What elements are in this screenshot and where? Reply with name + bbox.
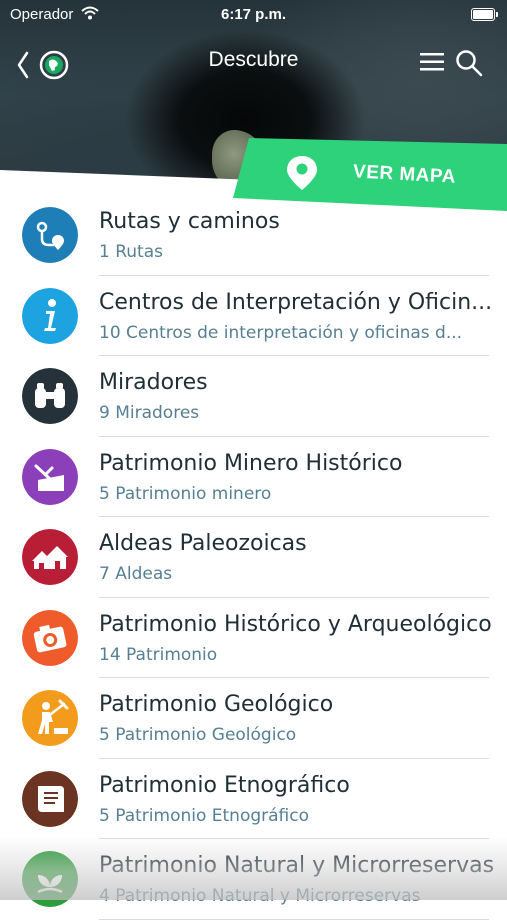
mine-cart-icon [22,448,78,505]
route-icon [22,207,78,263]
clock: 6:17 p.m. [220,6,287,23]
village-icon [22,529,78,585]
category-count: 7 Aldeas [99,564,173,584]
info-icon [22,287,78,344]
category-count: 5 Patrimonio Geológico [99,725,297,745]
camera-icon [22,609,78,666]
list-item[interactable]: Patrimonio Histórico y Arqueológico 14 P… [0,598,507,678]
category-count: 5 Patrimonio Etnográfico [99,805,310,826]
plant-icon [22,851,78,907]
category-title: Patrimonio Natural y Microrreservas [99,853,495,878]
binoculars-icon [22,368,78,424]
category-count: 5 Patrimonio minero [99,483,272,504]
category-list: Rutas y caminos 1 Rutas Centros de Inter… [0,195,507,920]
menu-icon[interactable] [420,52,444,72]
list-item[interactable]: Patrimonio Etnográfico 5 Patrimonio Etno… [0,759,507,839]
list-item[interactable]: Patrimonio Geológico 5 Patrimonio Geológ… [0,678,507,759]
list-item[interactable]: Miradores 9 Miradores [0,356,507,437]
list-item[interactable]: Aldeas Paleozoicas 7 Aldeas [0,517,507,598]
navigation-bar: Descubre [0,38,507,88]
category-title: Patrimonio Etnográfico [99,772,350,798]
category-title: Rutas y caminos [99,209,280,234]
scroll-icon [22,770,78,827]
category-title: Patrimonio Histórico y Arqueológico [99,611,492,637]
category-title: Patrimonio Geológico [99,692,334,717]
category-count: 10 Centros de interpretación y oficinas … [99,322,463,343]
category-title: Miradores [99,370,208,395]
list-item[interactable]: Patrimonio Natural y Microrreservas 4 Pa… [0,839,507,920]
geologist-icon [22,690,78,746]
status-bar: Operador 6:17 p.m. [0,0,507,28]
category-count: 14 Patrimonio [99,644,218,665]
category-title: Patrimonio Minero Histórico [99,450,403,476]
category-count: 9 Miradores [99,403,200,423]
list-item[interactable]: Rutas y caminos 1 Rutas [0,195,507,276]
category-count: 4 Patrimonio Natural y Microrreservas [99,886,421,906]
category-title: Aldeas Paleozoicas [99,531,307,556]
list-item[interactable]: Centros de Interpretación y Oficin... 10… [0,276,507,356]
search-icon[interactable] [455,49,483,77]
category-count: 1 Rutas [99,242,163,262]
category-title: Centros de Interpretación y Oficin... [99,289,493,315]
battery-icon [471,8,498,21]
list-item[interactable]: Patrimonio Minero Histórico 5 Patrimonio… [0,437,507,517]
